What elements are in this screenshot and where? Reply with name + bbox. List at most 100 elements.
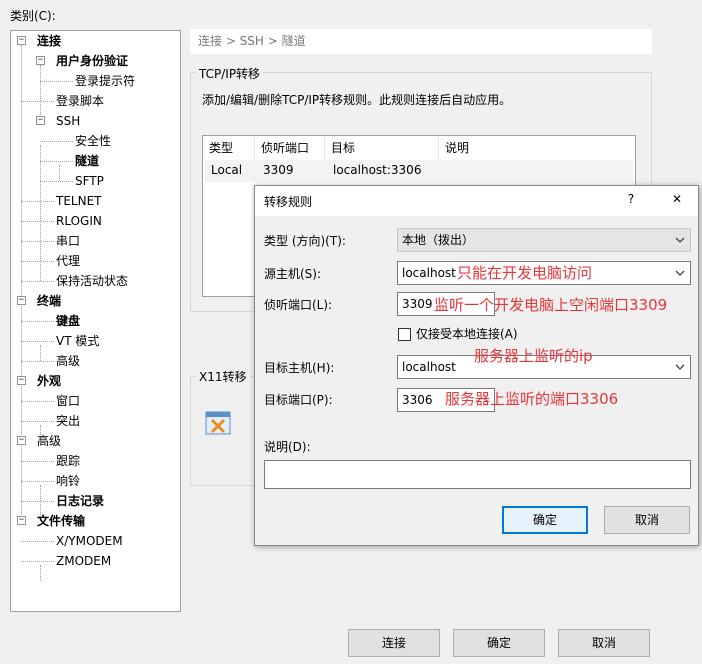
tree-item[interactable]: 文件传输 [37, 512, 85, 530]
tcp-group-description: 添加/编辑/删除TCP/IP转移规则。此规则连接后自动应用。 [202, 93, 512, 107]
tree-connector [21, 361, 54, 362]
tree-connector [21, 281, 54, 282]
dialog-cancel-button[interactable]: 取消 [604, 506, 690, 534]
column-header-note[interactable]: 说明 [439, 136, 635, 160]
tree-connector [21, 461, 54, 462]
tree-connector [21, 201, 54, 202]
tree-connector [21, 501, 54, 502]
tree-collapse-icon[interactable]: − [17, 36, 26, 45]
tree-item[interactable]: 登录提示符 [75, 72, 135, 90]
tree-item[interactable]: 窗口 [56, 392, 80, 410]
close-icon[interactable]: ✕ [660, 192, 694, 210]
target-host-label: 目标主机(H): [264, 361, 335, 375]
tree-item[interactable]: 终端 [37, 292, 61, 310]
row-note-cell [441, 160, 447, 180]
type-select[interactable]: 本地（拨出） [397, 228, 691, 252]
row-type-cell: Local [211, 163, 243, 177]
tree-item[interactable]: 突出 [56, 412, 80, 430]
tree-item[interactable]: 日志记录 [56, 492, 104, 510]
tree-item[interactable]: RLOGIN [56, 212, 102, 230]
table-row[interactable]: Local 3309 localhost:3306 [205, 160, 633, 182]
ok-button[interactable]: 确定 [453, 629, 545, 657]
tree-collapse-icon[interactable]: − [17, 436, 26, 445]
tree-connector [21, 101, 54, 102]
tree-item[interactable]: VT 模式 [56, 332, 99, 350]
tree-item[interactable]: 保持活动状态 [56, 272, 128, 290]
tree-connector [21, 241, 54, 242]
tree-collapse-icon[interactable]: − [36, 116, 45, 125]
tree-connector [21, 401, 54, 402]
target-host-annotation: 服务器上监听的ip [474, 347, 593, 365]
x11-group-title: X11转移 [196, 368, 250, 385]
tree-connector [40, 565, 41, 581]
breadcrumb: 连接 > SSH > 隧道 [190, 29, 652, 54]
tree-item[interactable]: SFTP [75, 172, 104, 190]
target-port-annotation: 服务器上监听的端口3306 [445, 390, 619, 408]
tree-connector [21, 541, 54, 542]
tree-item[interactable]: 安全性 [75, 132, 111, 150]
tree-connector [40, 161, 73, 162]
tree-connector [40, 345, 41, 361]
description-input[interactable] [264, 460, 691, 489]
description-label: 说明(D): [264, 440, 311, 454]
connect-button[interactable]: 连接 [348, 629, 440, 657]
tree-connector [40, 65, 41, 121]
tree-connector [21, 321, 54, 322]
tree-connector [21, 45, 22, 521]
tree-connector [21, 261, 54, 262]
cancel-button[interactable]: 取消 [558, 629, 650, 657]
local-only-checkbox[interactable] [398, 328, 411, 341]
tree-collapse-icon[interactable]: − [17, 516, 26, 525]
source-host-annotation: 只能在开发电脑访问 [457, 264, 593, 282]
x11-icon [205, 411, 231, 435]
target-port-label: 目标端口(P): [264, 393, 333, 407]
dialog-ok-button[interactable]: 确定 [502, 506, 588, 534]
tree-item[interactable]: SSH [56, 112, 80, 130]
column-header-target[interactable]: 目标 [325, 136, 439, 160]
column-header-type[interactable]: 类型 [203, 136, 255, 160]
row-listen-port-cell: 3309 [263, 163, 294, 177]
tree-item[interactable]: 用户身份验证 [56, 52, 128, 70]
tree-item[interactable]: 连接 [37, 32, 61, 50]
tree-connector [21, 561, 54, 562]
tree-connector [40, 141, 73, 142]
tree-item[interactable]: ZMODEM [56, 552, 111, 570]
category-tree[interactable]: − 连接 − 用户身份验证登录提示符登录脚本 − SSH 安全性隧道 SFTP TELNET RL… [10, 30, 181, 612]
tree-item[interactable]: 隧道 [75, 152, 99, 170]
tree-item[interactable]: 外观 [37, 372, 61, 390]
chevron-down-icon [675, 237, 685, 243]
chevron-down-icon [675, 270, 685, 276]
type-label: 类型 (方向)(T): [264, 234, 346, 248]
tree-item[interactable]: TELNET [56, 192, 102, 210]
tree-collapse-icon[interactable]: − [36, 56, 45, 65]
source-host-label: 源主机(S): [264, 267, 322, 281]
tree-item[interactable]: 代理 [56, 252, 80, 270]
category-label: 类别(C): [10, 9, 56, 23]
local-only-label[interactable]: 仅接受本地连接(A) [416, 326, 518, 342]
tree-item[interactable]: X/YMODEM [56, 532, 123, 550]
chevron-down-icon [675, 364, 685, 370]
column-header-listen-port[interactable]: 侦听端口 [255, 136, 325, 160]
listen-port-label: 侦听端口(L): [264, 298, 333, 312]
tree-item[interactable]: 跟踪 [56, 452, 80, 470]
tree-item[interactable]: 键盘 [56, 312, 80, 330]
tree-connector [21, 341, 54, 342]
tree-item[interactable]: 串口 [56, 232, 80, 250]
tree-item[interactable]: 响铃 [56, 472, 80, 490]
tree-item[interactable]: 登录脚本 [56, 92, 104, 110]
tree-connector [21, 221, 54, 222]
tree-collapse-icon[interactable]: − [17, 296, 26, 305]
forwarding-rule-dialog: 转移规则 ? ✕ 类型 (方向)(T): 本地（拨出） 源主机(S): loca… [254, 185, 699, 546]
tcp-group-title: TCP/IP转移 [196, 65, 264, 82]
type-select-value: 本地（拨出） [402, 233, 475, 247]
tree-item[interactable]: 高级 [56, 352, 80, 370]
dialog-titlebar[interactable]: 转移规则 ? ✕ [255, 186, 698, 216]
tree-connector [40, 81, 73, 82]
tree-collapse-icon[interactable]: − [17, 376, 26, 385]
target-host-value: localhost [402, 360, 456, 374]
tree-connector [21, 421, 54, 422]
tree-item[interactable]: 高级 [37, 432, 61, 450]
listen-port-annotation: 监听一个开发电脑上空闲端口3309 [434, 296, 668, 314]
help-icon[interactable]: ? [617, 192, 645, 210]
source-host-value: localhost [402, 266, 456, 280]
